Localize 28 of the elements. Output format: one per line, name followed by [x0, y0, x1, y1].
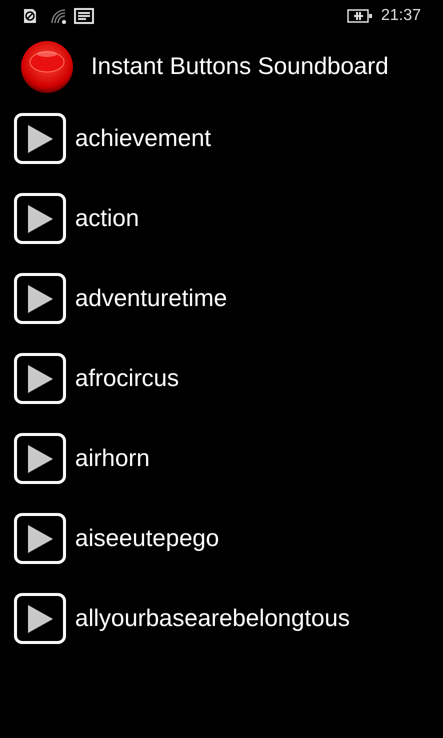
app-title: Instant Buttons Soundboard	[91, 52, 389, 82]
play-button[interactable]	[14, 353, 66, 404]
battery-charging-icon	[346, 9, 373, 23]
sound-name[interactable]: aiseeutepego	[75, 520, 220, 556]
play-icon	[26, 284, 54, 314]
play-button[interactable]	[14, 113, 66, 164]
play-button[interactable]	[14, 273, 66, 324]
sound-name[interactable]: achievement	[75, 120, 212, 156]
sim-icon	[22, 8, 38, 24]
play-icon	[26, 204, 54, 234]
play-icon	[26, 364, 54, 394]
play-button[interactable]	[14, 513, 66, 564]
sound-name[interactable]: allyourbasearebelongtous	[75, 600, 350, 636]
play-button[interactable]	[14, 193, 66, 244]
play-button[interactable]	[14, 593, 66, 644]
play-icon	[26, 444, 54, 474]
play-icon	[26, 604, 54, 634]
play-icon	[26, 524, 54, 554]
sound-name[interactable]: afrocircus	[75, 360, 180, 396]
sound-name[interactable]: airhorn	[75, 440, 150, 476]
sound-name[interactable]: adventuretime	[75, 280, 228, 316]
sound-name[interactable]: action	[75, 200, 140, 236]
app-logo	[20, 40, 74, 94]
play-button[interactable]	[14, 433, 66, 484]
message-icon	[74, 8, 94, 24]
signal-icon	[50, 8, 68, 24]
play-icon	[26, 124, 54, 154]
clock-time: 21:37	[380, 6, 421, 26]
